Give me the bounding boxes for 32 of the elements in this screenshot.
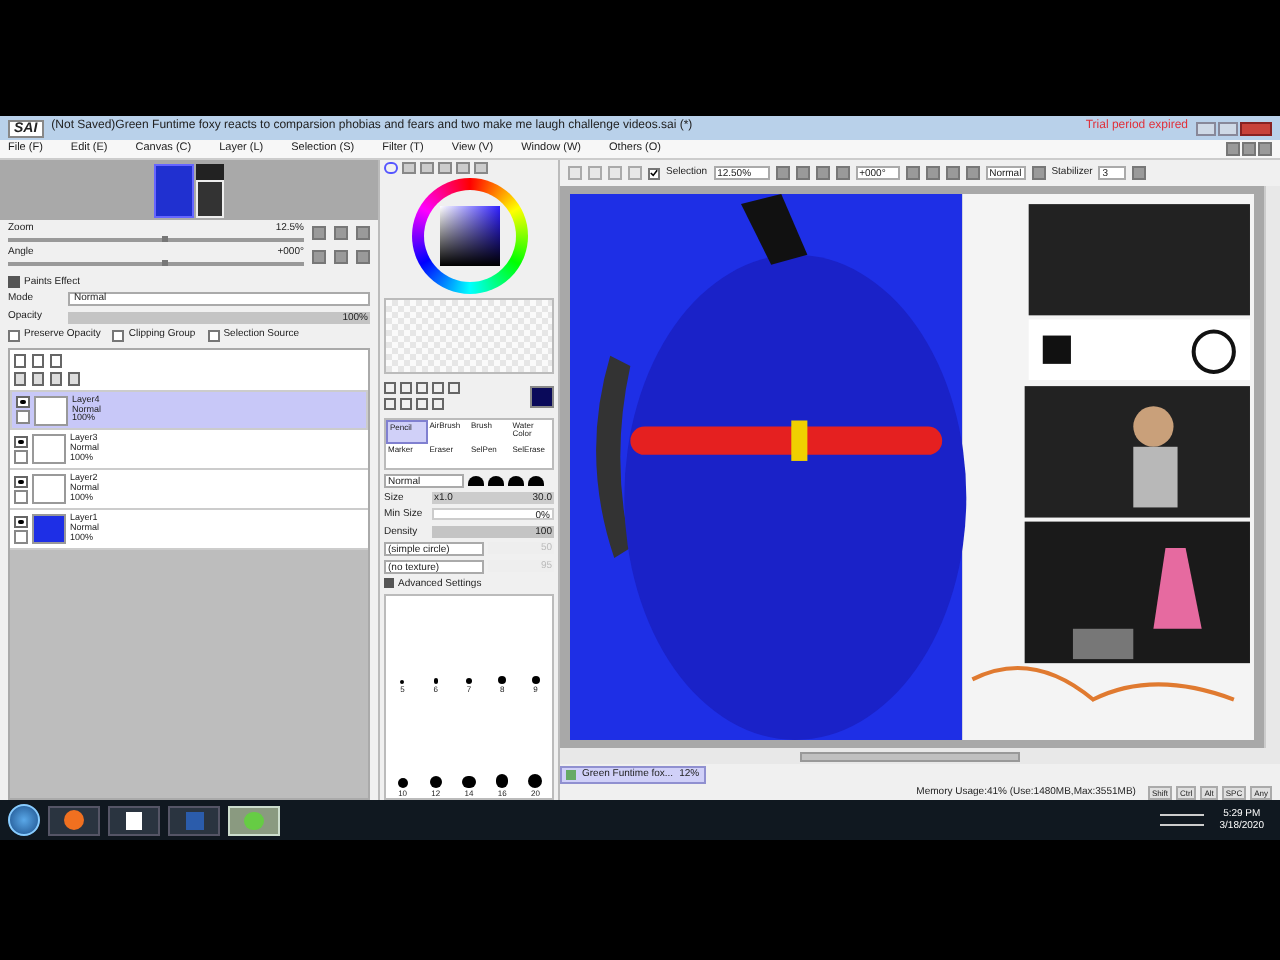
eye-icon[interactable] bbox=[14, 435, 28, 447]
lock-toggle[interactable] bbox=[14, 449, 28, 463]
lock-toggle[interactable] bbox=[16, 410, 30, 424]
eye-icon[interactable] bbox=[14, 475, 28, 487]
slider-thumb[interactable] bbox=[161, 236, 168, 243]
maximize-button[interactable] bbox=[1218, 121, 1238, 135]
document-icon bbox=[566, 769, 576, 779]
mode-button[interactable] bbox=[1031, 166, 1046, 180]
swatch-area[interactable] bbox=[384, 298, 554, 374]
lock-toggle[interactable] bbox=[14, 529, 28, 543]
plus-icon bbox=[384, 578, 394, 589]
option-checkbox[interactable] bbox=[112, 329, 125, 341]
option-checkbox[interactable] bbox=[207, 329, 220, 341]
color-square[interactable] bbox=[439, 206, 499, 266]
layer-thumbnail bbox=[32, 514, 66, 544]
layer-thumbnail bbox=[34, 395, 68, 425]
stabilizer-button[interactable] bbox=[1132, 166, 1147, 180]
eye-icon[interactable] bbox=[16, 396, 30, 408]
layer-thumbnail bbox=[32, 434, 66, 464]
close-button[interactable] bbox=[1240, 121, 1272, 135]
horizontal-scrollbar[interactable] bbox=[560, 748, 1280, 764]
layer-thumbnail bbox=[32, 474, 66, 504]
start-button[interactable] bbox=[8, 804, 40, 836]
primary-color[interactable] bbox=[530, 385, 554, 407]
slider-thumb[interactable] bbox=[161, 260, 168, 267]
color-wheel[interactable] bbox=[411, 178, 527, 294]
vertical-scrollbar[interactable] bbox=[1264, 186, 1280, 748]
plus-icon bbox=[8, 276, 20, 288]
lock-toggle[interactable] bbox=[14, 489, 28, 503]
selection-checkbox[interactable] bbox=[648, 167, 660, 179]
option-checkbox[interactable] bbox=[8, 329, 20, 341]
eye-icon[interactable] bbox=[14, 515, 28, 527]
